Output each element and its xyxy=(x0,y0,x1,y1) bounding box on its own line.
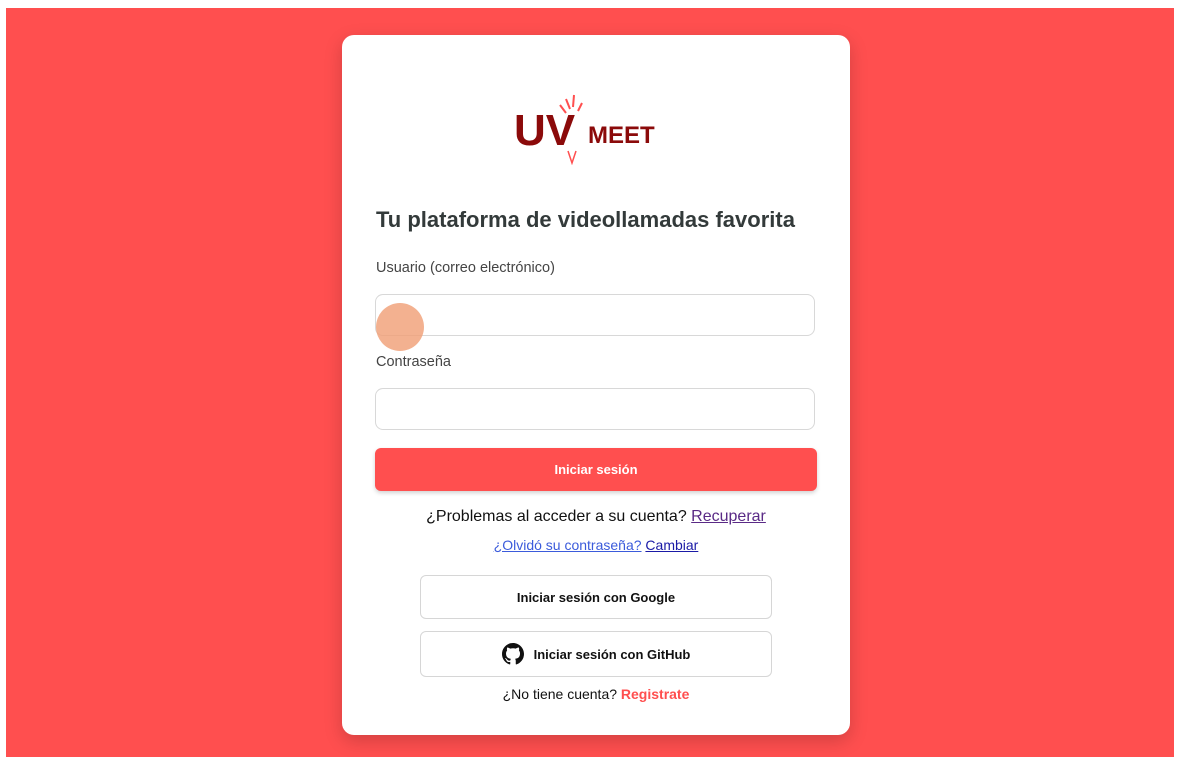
register-link[interactable]: Registrate xyxy=(621,686,689,702)
page-title: Tu plataforma de videollamadas favorita xyxy=(376,207,795,232)
forgot-password-line: ¿Olvidó su contraseña? Cambiar xyxy=(342,537,850,553)
access-problems-text: ¿Problemas al acceder a su cuenta? xyxy=(426,508,687,525)
google-login-label: Iniciar sesión con Google xyxy=(516,589,676,605)
svg-text:MEET: MEET xyxy=(588,122,655,149)
register-line: ¿No tiene cuenta? Registrate xyxy=(342,686,850,702)
login-button[interactable]: Iniciar sesión xyxy=(375,448,817,491)
no-account-text: ¿No tiene cuenta? xyxy=(502,686,618,702)
username-input[interactable] xyxy=(375,294,815,336)
svg-text:UV: UV xyxy=(514,106,576,155)
username-label: Usuario (correo electrónico) xyxy=(376,260,555,276)
login-card: UV MEET Tu plataforma de videollamadas f… xyxy=(342,35,850,735)
github-login-label: Iniciar sesión con GitHub xyxy=(533,646,691,662)
google-login-button[interactable]: Iniciar sesión con Google xyxy=(420,575,772,619)
access-problems-line: ¿Problemas al acceder a su cuenta? Recup… xyxy=(342,508,850,526)
page-background: UV MEET Tu plataforma de videollamadas f… xyxy=(6,8,1174,757)
recover-link[interactable]: Recuperar xyxy=(691,508,766,525)
password-input[interactable] xyxy=(375,388,815,430)
change-password-link[interactable]: Cambiar xyxy=(645,537,698,553)
forgot-password-link[interactable]: ¿Olvidó su contraseña? xyxy=(494,537,642,553)
github-icon xyxy=(501,643,524,665)
uvmeet-logo: UV MEET xyxy=(514,94,655,165)
password-label: Contraseña xyxy=(376,354,451,370)
github-login-button[interactable]: Iniciar sesión con GitHub xyxy=(420,631,772,677)
